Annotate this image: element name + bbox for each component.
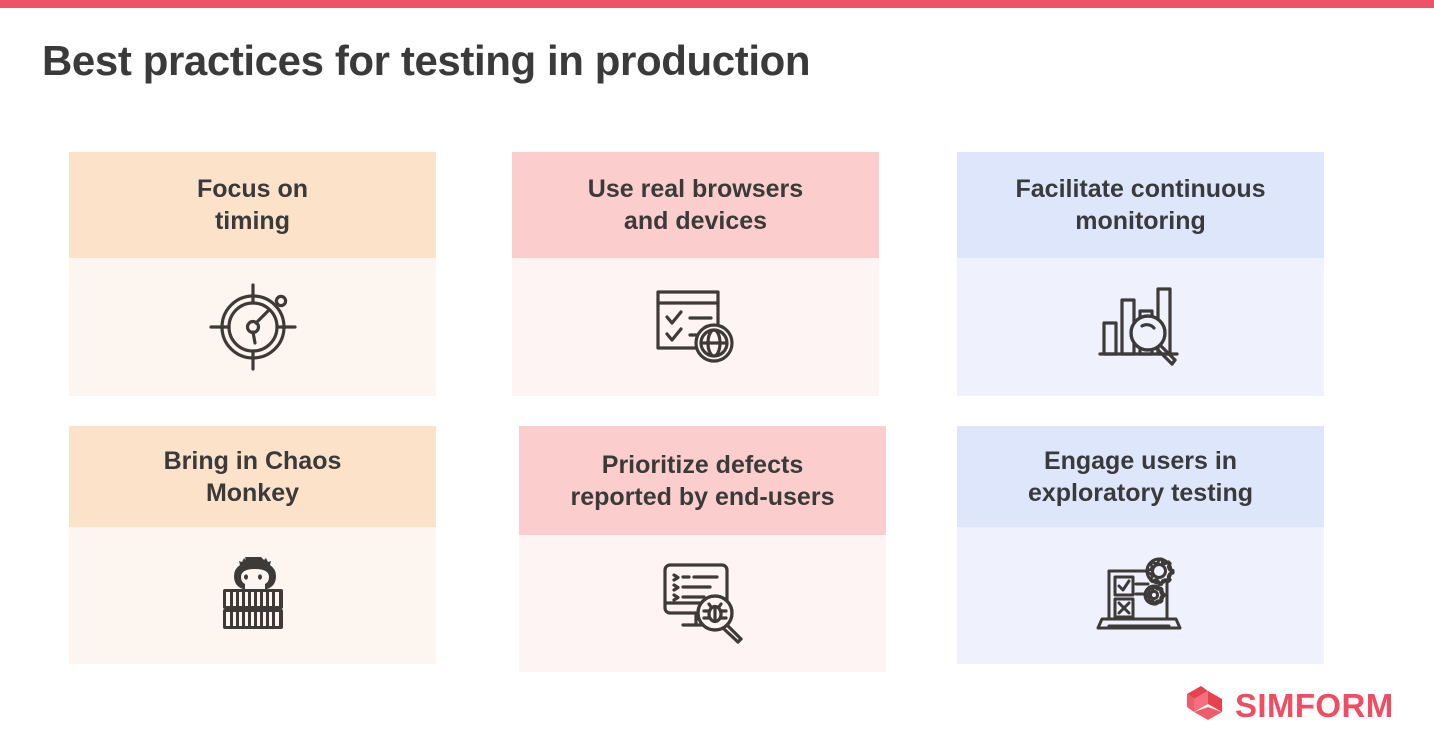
laptop-checklist-gears-icon bbox=[1091, 543, 1191, 648]
card-bring-in-chaos-monkey[interactable]: Bring in Chaos Monkey bbox=[69, 426, 436, 664]
card-title: Engage users in exploratory testing bbox=[957, 426, 1324, 527]
card-icon-area bbox=[69, 527, 436, 664]
card-icon-area bbox=[69, 258, 436, 396]
card-use-real-browsers-and-devices[interactable]: Use real browsers and devices bbox=[512, 152, 879, 396]
card-focus-on-timing[interactable]: Focus on timing bbox=[69, 152, 436, 396]
brand-name: SIMFORM bbox=[1235, 687, 1394, 724]
card-title-line-1: Bring in Chaos bbox=[163, 446, 342, 475]
card-title: Prioritize defects reported by end-users bbox=[519, 426, 886, 535]
card-title-line-2: timing bbox=[214, 207, 290, 235]
card-title-line-1: Focus on bbox=[196, 175, 309, 203]
card-icon-area bbox=[519, 535, 886, 672]
card-engage-users-in-exploratory-testing[interactable]: Engage users in exploratory testing bbox=[957, 426, 1324, 664]
card-title: Bring in Chaos Monkey bbox=[69, 426, 436, 527]
simform-ribbon-logo-icon bbox=[1184, 682, 1226, 729]
card-title-line-1: Engage users in bbox=[1043, 446, 1238, 475]
card-icon-area bbox=[512, 258, 879, 396]
card-title-line-1: Facilitate continuous bbox=[1015, 175, 1266, 203]
card-title-line-2: reported by end-users bbox=[570, 482, 835, 511]
card-title-line-1: Prioritize defects bbox=[601, 450, 804, 479]
card-title: Facilitate continuous monitoring bbox=[957, 152, 1324, 258]
card-title: Use real browsers and devices bbox=[512, 152, 879, 258]
card-prioritize-defects-reported-by-end-users[interactable]: Prioritize defects reported by end-users bbox=[519, 426, 886, 672]
card-icon-area bbox=[957, 527, 1324, 664]
card-title-line-1: Use real browsers bbox=[587, 175, 804, 203]
card-title-line-2: monitoring bbox=[1075, 207, 1206, 235]
chaos-monkey-logo-icon bbox=[217, 555, 289, 636]
bar-chart-magnifier-icon bbox=[1091, 275, 1191, 380]
card-title-line-2: Monkey bbox=[205, 478, 300, 507]
brand-logo: SIMFORM bbox=[1184, 682, 1394, 729]
card-title-line-2: and devices bbox=[623, 207, 768, 235]
checklist-globe-icon bbox=[646, 275, 746, 380]
card-title-line-2: exploratory testing bbox=[1027, 478, 1254, 507]
card-facilitate-continuous-monitoring[interactable]: Facilitate continuous monitoring bbox=[957, 152, 1324, 396]
cards-grid: Focus on timing Use real browsers and de… bbox=[0, 0, 1434, 750]
card-title: Focus on timing bbox=[69, 152, 436, 258]
monitor-bug-magnifier-icon bbox=[653, 551, 753, 656]
stopwatch-target-icon bbox=[203, 275, 303, 380]
card-icon-area bbox=[957, 258, 1324, 396]
